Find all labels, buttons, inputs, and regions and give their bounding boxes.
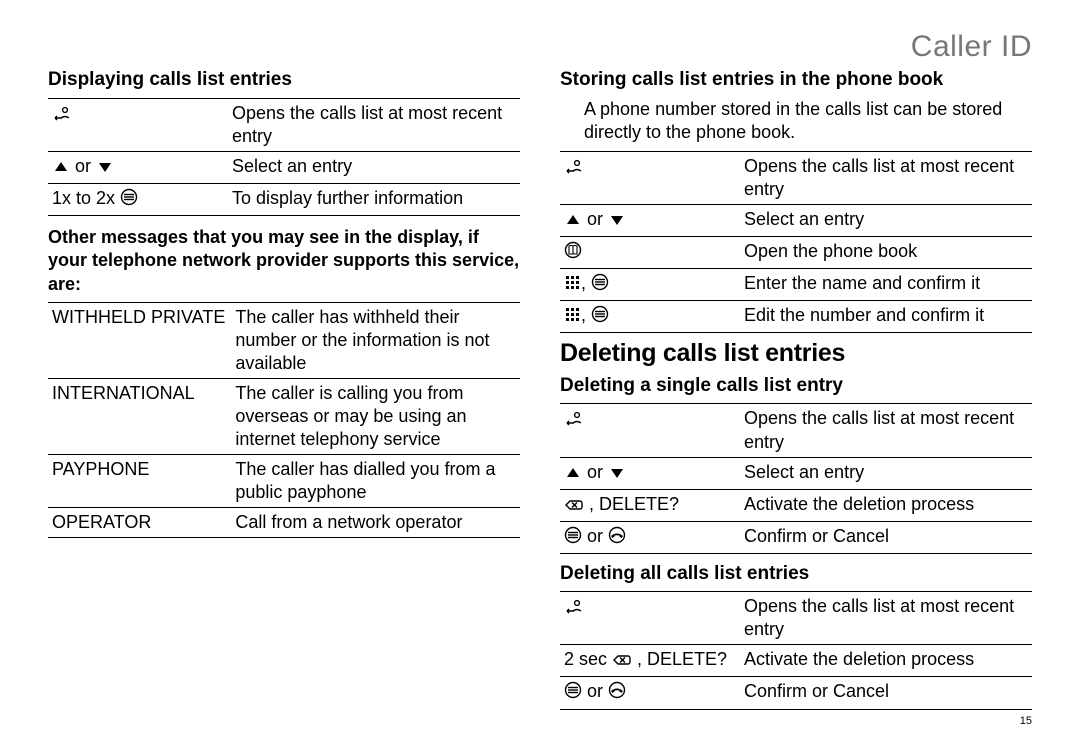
right-column: Storing calls list entries in the phone … <box>560 68 1032 710</box>
table-row: or Confirm or Cancel <box>560 677 1032 709</box>
table-delete-single: Opens the calls list at most recent entr… <box>560 403 1032 553</box>
cell-desc: Select an entry <box>228 151 520 183</box>
cancel-icon <box>564 495 584 518</box>
cell-desc: Confirm or Cancel <box>740 521 1032 553</box>
cell-desc: Select an entry <box>740 457 1032 489</box>
right-para-1: A phone number stored in the calls list … <box>584 98 1032 145</box>
or-text: or <box>70 156 96 176</box>
manual-page: Caller ID Displaying calls list entries … <box>0 0 1080 745</box>
calls-icon <box>564 597 582 620</box>
table-row: , DELETE? Activate the deletion process <box>560 489 1032 521</box>
cell-desc: The caller has dialled you from a public… <box>231 455 520 508</box>
or-text: or <box>582 209 608 229</box>
right-heading-2: Deleting calls list entries <box>560 339 1032 368</box>
table-row: or Select an entry <box>48 151 520 183</box>
page-number: 15 <box>1020 715 1032 727</box>
cell-desc: Activate the deletion process <box>740 645 1032 677</box>
right-heading-1: Storing calls list entries in the phone … <box>560 68 1032 92</box>
down-icon <box>96 157 114 180</box>
calls-icon <box>564 157 582 180</box>
table-row: Opens the calls list at most recent entr… <box>560 404 1032 457</box>
table-row: or Confirm or Cancel <box>560 521 1032 553</box>
left-note: Other messages that you may see in the d… <box>48 226 520 296</box>
ok-icon <box>564 526 582 550</box>
up-icon <box>52 157 70 180</box>
cell-desc: Opens the calls list at most recent entr… <box>740 151 1032 204</box>
calls-icon <box>564 409 582 432</box>
cell-key: 2 sec <box>564 649 612 669</box>
table-row: or Select an entry <box>560 204 1032 236</box>
hangup-icon <box>608 681 626 705</box>
cell-desc: Enter the name and confirm it <box>740 268 1032 300</box>
table-delete-all: Opens the calls list at most recent entr… <box>560 591 1032 709</box>
cell-key: INTERNATIONAL <box>48 379 231 455</box>
table-row: Opens the calls list at most recent entr… <box>560 151 1032 204</box>
up-icon <box>564 210 582 233</box>
table-row: Opens the calls list at most recent entr… <box>48 98 520 151</box>
table-messages: WITHHELD PRIVATE The caller has withheld… <box>48 302 520 538</box>
calls-icon <box>52 104 70 127</box>
table-row: 1x to 2x To display further information <box>48 183 520 215</box>
or-text: or <box>582 681 608 701</box>
cell-desc: To display further information <box>228 183 520 215</box>
ok-icon <box>564 681 582 705</box>
cell-desc: Opens the calls list at most recent entr… <box>740 592 1032 645</box>
or-text: or <box>582 462 608 482</box>
cell-key: PAYPHONE <box>48 455 231 508</box>
right-heading-3: Deleting a single calls list entry <box>560 374 1032 398</box>
book-icon <box>564 241 582 265</box>
cell-desc: Select an entry <box>740 204 1032 236</box>
table-row: WITHHELD PRIVATE The caller has withheld… <box>48 303 520 379</box>
hangup-icon <box>608 526 626 550</box>
cancel-icon <box>612 650 632 673</box>
page-title: Caller ID <box>911 30 1032 64</box>
table-displaying: Opens the calls list at most recent entr… <box>48 98 520 216</box>
ok-icon <box>120 188 138 212</box>
cell-key: WITHHELD PRIVATE <box>48 303 231 379</box>
table-row: , Edit the number and confirm it <box>560 300 1032 332</box>
table-row: , Enter the name and confirm it <box>560 268 1032 300</box>
up-icon <box>564 463 582 486</box>
ok-icon <box>591 273 609 297</box>
table-row: 2 sec , DELETE? Activate the deletion pr… <box>560 645 1032 677</box>
columns: Displaying calls list entries Opens the … <box>48 68 1032 710</box>
table-row: PAYPHONE The caller has dialled you from… <box>48 455 520 508</box>
table-row: or Select an entry <box>560 457 1032 489</box>
cell-desc: Opens the calls list at most recent entr… <box>228 98 520 151</box>
ok-icon <box>591 305 609 329</box>
or-text: or <box>582 526 608 546</box>
cell-key: OPERATOR <box>48 508 231 538</box>
keypad-icon <box>564 274 581 297</box>
down-icon <box>608 463 626 486</box>
table-row: Opens the calls list at most recent entr… <box>560 592 1032 645</box>
table-storing: Opens the calls list at most recent entr… <box>560 151 1032 333</box>
cell-key: , DELETE? <box>632 649 727 669</box>
cell-desc: Call from a network operator <box>231 508 520 538</box>
cell-desc: Edit the number and confirm it <box>740 300 1032 332</box>
cell-desc: Activate the deletion process <box>740 489 1032 521</box>
cell-key: 1x to 2x <box>52 188 120 208</box>
table-row: INTERNATIONAL The caller is calling you … <box>48 379 520 455</box>
cell-key: , DELETE? <box>584 494 679 514</box>
down-icon <box>608 210 626 233</box>
cell-desc: The caller has withheld their number or … <box>231 303 520 379</box>
left-heading-1: Displaying calls list entries <box>48 68 520 92</box>
left-column: Displaying calls list entries Opens the … <box>48 68 520 710</box>
table-row: Open the phone book <box>560 236 1032 268</box>
table-row: OPERATOR Call from a network operator <box>48 508 520 538</box>
cell-desc: Open the phone book <box>740 236 1032 268</box>
keypad-icon <box>564 306 581 329</box>
right-heading-4: Deleting all calls list entries <box>560 562 1032 586</box>
cell-desc: The caller is calling you from overseas … <box>231 379 520 455</box>
cell-desc: Confirm or Cancel <box>740 677 1032 709</box>
cell-desc: Opens the calls list at most recent entr… <box>740 404 1032 457</box>
